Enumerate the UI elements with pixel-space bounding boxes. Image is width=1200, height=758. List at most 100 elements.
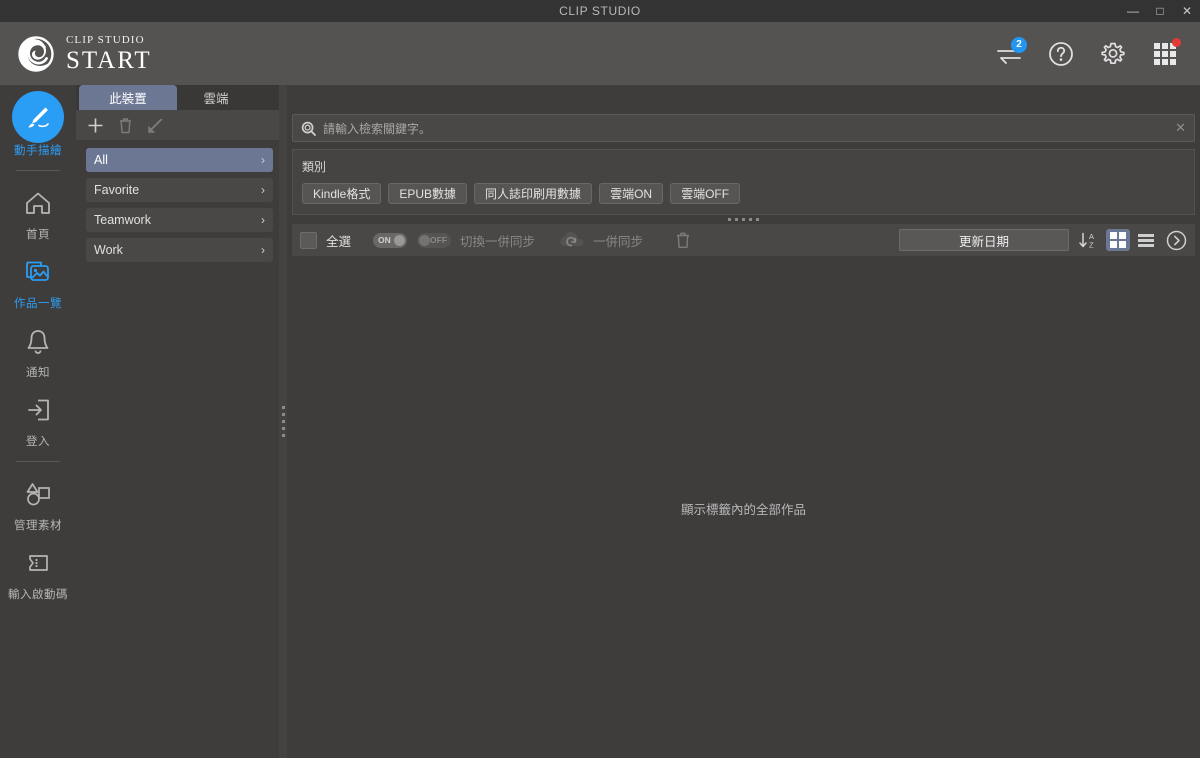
svg-text:Z: Z [1089,241,1094,250]
vertical-splitter[interactable] [279,85,287,758]
category-filter-title: 類別 [302,160,327,174]
sync-toggle-off-label: OFF [430,235,448,245]
gallery-icon [24,254,52,290]
sidebar-item-home-label: 首頁 [26,229,50,241]
brand-top-text: CLIP STUDIO [66,33,145,46]
plus-icon[interactable] [86,116,104,134]
category-item-work[interactable]: Work › [86,238,273,262]
category-item-all[interactable]: All › [86,148,273,172]
empty-state-message: 顯示標籤內的全部作品 [680,502,806,517]
sidebar-item-home[interactable]: 首頁 [0,173,76,242]
switch-sync-label: 切換一併同步 [460,234,536,249]
brush-icon [12,91,64,143]
minimize-icon[interactable]: — [1126,5,1140,17]
transfer-icon[interactable]: 2 [994,36,1027,69]
panel-tab-bar: 此裝置 雲端 [76,85,283,110]
category-item-teamwork-label: Teamwork [94,213,151,227]
tab-cloud[interactable]: 雲端 [177,85,255,110]
sidebar-item-works[interactable]: 作品一覽 [0,242,76,311]
chevron-right-icon: › [261,183,265,197]
sync-toggle-on-label: ON [378,235,391,245]
shapes-icon [24,476,52,512]
clip-studio-logo-icon [16,34,56,74]
category-item-all-label: All [94,153,108,167]
content-toolbar: 全選 ON OFF 切換一併同步 一併同步 更新日期 A Z [292,224,1195,256]
cloud-sync-icon[interactable] [559,231,585,249]
login-icon [25,392,52,428]
chevron-right-icon: › [261,243,265,257]
sort-direction-icon[interactable]: A Z [1078,230,1098,250]
close-icon[interactable]: ✕ [1180,5,1194,17]
tag-doujinshi-print[interactable]: 同人誌印刷用數據 [474,183,593,204]
category-tag-row: Kindle格式 EPUB數據 同人誌印刷用數據 雲端ON 雲端OFF [302,183,1185,204]
serial-key-icon [24,545,52,581]
home-icon [24,185,52,221]
sync-toggle-on[interactable]: ON [373,232,408,248]
main-content: 請輸入檢索關鍵字。 ✕ 類別 Kindle格式 EPUB數據 同人誌印刷用數據 … [287,85,1200,758]
help-icon[interactable] [1046,39,1076,69]
trash-icon[interactable] [116,116,134,134]
app-header: CLIP STUDIO START 2 [0,22,1200,85]
category-item-teamwork[interactable]: Teamwork › [86,208,273,232]
grid-view-button[interactable] [1106,229,1130,251]
tag-cloud-off[interactable]: 雲端OFF [670,183,741,204]
chevron-right-icon: › [261,153,265,167]
search-input[interactable]: 請輸入檢索關鍵字。 ✕ [292,114,1195,142]
select-all-label: 全選 [326,234,352,249]
works-grid-empty-state: 顯示標籤內的全部作品 [292,256,1195,758]
tab-this-device[interactable]: 此裝置 [79,85,177,110]
sidebar-item-notifications[interactable]: 通知 [0,311,76,380]
brand-logo-block: CLIP STUDIO START [0,34,152,74]
category-item-favorite[interactable]: Favorite › [86,178,273,202]
grid-view-icon [1110,232,1126,248]
sync-toggle-off[interactable]: OFF [417,232,452,248]
horizontal-splitter[interactable] [292,215,1195,224]
window-controls: — □ ✕ [1126,0,1194,22]
brand-bottom-text: START [66,46,152,74]
tag-kindle[interactable]: Kindle格式 [302,183,382,204]
sync-toggle-on-knob [394,234,406,246]
list-view-button[interactable] [1134,229,1158,251]
expand-panel-button[interactable] [1166,230,1187,251]
category-panel: 此裝置 雲端 All › Favorite › Teamwork › Work … [76,85,283,758]
gear-icon[interactable] [1098,39,1128,69]
header-icon-group: 2 [994,36,1200,69]
brand-wordmark: CLIP STUDIO START [66,33,152,74]
clear-search-icon[interactable]: ✕ [1175,120,1186,136]
sort-select[interactable]: 更新日期 [899,229,1069,251]
category-filter-box: 類別 Kindle格式 EPUB數據 同人誌印刷用數據 雲端ON 雲端OFF [292,149,1195,215]
title-bar: CLIP STUDIO — □ ✕ [0,0,1200,22]
sidebar-item-serial-key[interactable]: 輸入啟動碼 [0,533,76,602]
sidebar-item-login-label: 登入 [26,436,50,448]
left-nav-rail: 動手描繪 首頁 作品一覽 通知 登入 管理素材 輸入啟動碼 [0,85,76,758]
transfer-badge-count: 2 [1011,36,1027,53]
list-view-icon [1138,233,1154,247]
splitter-grip-icon [281,406,285,437]
sidebar-item-serial-key-label: 輸入啟動碼 [8,589,68,601]
category-item-work-label: Work [94,243,123,257]
panel-toolbar [76,110,283,140]
sync-all-label: 一併同步 [593,234,644,249]
sort-select-value: 更新日期 [958,234,1009,249]
rail-divider-1 [16,170,60,171]
maximize-icon[interactable]: □ [1153,5,1167,17]
sync-toggle-off-knob [419,234,431,246]
window-title: CLIP STUDIO [559,4,641,18]
sidebar-item-materials[interactable]: 管理素材 [0,464,76,533]
sidebar-item-draw[interactable]: 動手描繪 [0,85,76,158]
apps-badge-dot [1172,37,1181,47]
splitter-grip-icon [728,218,759,221]
search-icon [301,121,316,136]
pencil-icon[interactable] [146,116,164,134]
apps-grid-icon[interactable] [1150,37,1181,69]
bell-icon [25,323,51,359]
select-all-checkbox[interactable] [300,231,317,249]
sidebar-item-notifications-label: 通知 [26,367,50,379]
sidebar-item-materials-label: 管理素材 [14,520,62,532]
sidebar-item-login[interactable]: 登入 [0,380,76,449]
sidebar-item-works-label: 作品一覽 [14,298,62,310]
tag-cloud-on[interactable]: 雲端ON [599,183,664,204]
tag-epub[interactable]: EPUB數據 [388,183,468,204]
chevron-right-icon: › [261,213,265,227]
delete-selected-icon[interactable] [675,231,691,249]
